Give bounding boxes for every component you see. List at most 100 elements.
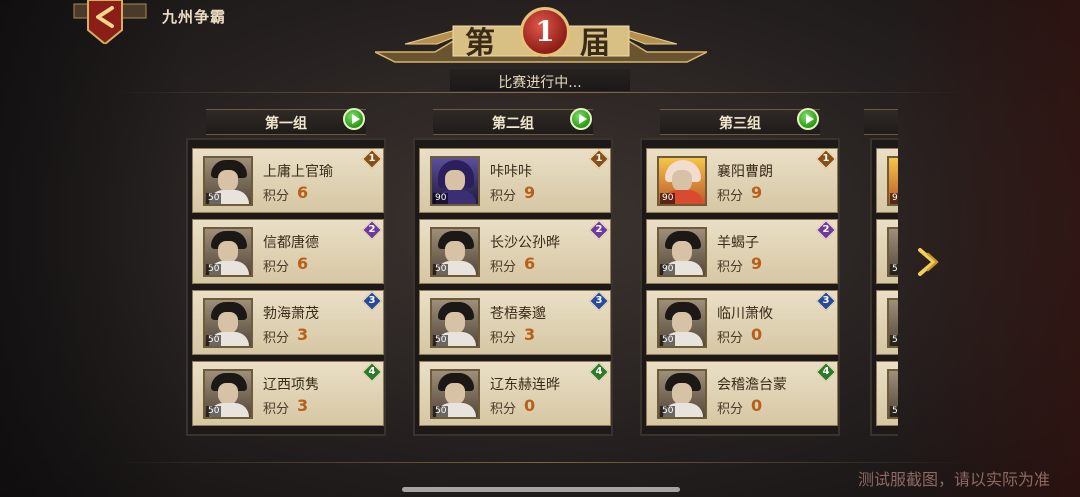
player-name: 襄阳曹朗	[717, 164, 773, 180]
group-panel: 90 襄阳曹朗 积分 9 1 90 羊蝎子 积分 9 2 50 临川萧攸 积分 …	[640, 138, 840, 436]
next-page-button[interactable]	[914, 246, 944, 278]
player-name: 上庸上官瑜	[263, 164, 333, 180]
score-label: 积分	[717, 260, 744, 275]
group-title: 第二组	[492, 116, 534, 132]
player-name: 临川萧攸	[717, 306, 773, 322]
play-button[interactable]	[570, 108, 592, 130]
player-card[interactable]: 50 临川萧攸 积分 0 3	[646, 290, 838, 355]
group-title: 第一组	[265, 116, 307, 132]
score-label: 积分	[717, 189, 744, 204]
rank-badge: 2	[589, 220, 609, 240]
avatar: 90	[657, 156, 707, 206]
score-value: 6	[297, 254, 309, 273]
home-indicator[interactable]	[402, 487, 680, 492]
group-panel: 90 50 50 50	[870, 138, 898, 436]
score-value: 3	[297, 396, 309, 415]
score-label: 积分	[263, 189, 290, 204]
score-value: 6	[297, 183, 309, 202]
player-card[interactable]: 50	[876, 290, 898, 355]
player-level: 50	[206, 335, 222, 346]
rank-badge: 4	[362, 362, 382, 382]
avatar: 50	[887, 369, 898, 419]
avatar: 50	[203, 369, 253, 419]
player-card[interactable]: 90 咔咔咔 积分 9 1	[419, 148, 611, 213]
play-button[interactable]	[797, 108, 819, 130]
avatar: 50	[430, 369, 480, 419]
player-card[interactable]: 50 会稽澹台蒙 积分 0 4	[646, 361, 838, 426]
player-level: 90	[660, 264, 676, 275]
rank-badge: 2	[816, 220, 836, 240]
round-suffix: 届	[580, 26, 610, 61]
group-title: 第三组	[719, 116, 761, 132]
player-name: 辽西项隽	[263, 377, 319, 393]
player-level: 90	[433, 193, 449, 204]
player-name: 信都唐德	[263, 235, 319, 251]
avatar: 50	[657, 369, 707, 419]
rank-badge: 1	[816, 149, 836, 169]
group-header: 第一组	[180, 106, 392, 136]
player-card[interactable]: 50 辽东赫连晔 积分 0 4	[419, 361, 611, 426]
rank-badge: 3	[589, 291, 609, 311]
play-button[interactable]	[343, 108, 365, 130]
player-name: 长沙公孙晔	[490, 235, 560, 251]
player-card[interactable]: 90 羊蝎子 积分 9 2	[646, 219, 838, 284]
rank-badge: 1	[362, 149, 382, 169]
player-card[interactable]: 50 信都唐德 积分 6 2	[192, 219, 384, 284]
rank-badge: 4	[589, 362, 609, 382]
group-header: 第二组	[407, 106, 619, 136]
round-prefix: 第	[465, 26, 495, 61]
avatar: 50	[203, 227, 253, 277]
player-level: 50	[660, 335, 676, 346]
back-arrow-icon	[73, 0, 147, 46]
player-level: 90	[660, 193, 676, 204]
player-level: 50	[660, 406, 676, 417]
rank-badge: 3	[816, 291, 836, 311]
avatar: 50	[887, 227, 898, 277]
avatar: 50	[430, 298, 480, 348]
score-label: 积分	[490, 189, 517, 204]
player-name: 勃海萧茂	[263, 306, 319, 322]
background-left-shade	[0, 0, 190, 497]
player-card[interactable]: 50 勃海萧茂 积分 3 3	[192, 290, 384, 355]
group-panel: 90 咔咔咔 积分 9 1 50 长沙公孙晔 积分 6 2 50 苍梧秦邈 积分…	[413, 138, 613, 436]
round-number-badge: 1	[520, 7, 570, 57]
disclaimer-watermark: 测试服截图，请以实际为准	[857, 470, 1050, 489]
player-level: 50	[433, 335, 449, 346]
avatar: 90	[887, 156, 898, 206]
player-name: 苍梧秦邈	[490, 306, 546, 322]
score-value: 9	[751, 183, 763, 202]
player-card[interactable]: 50 苍梧秦邈 积分 3 3	[419, 290, 611, 355]
player-name: 咔咔咔	[490, 164, 532, 180]
player-card[interactable]: 50	[876, 219, 898, 284]
player-name: 辽东赫连晔	[490, 377, 560, 393]
player-card[interactable]: 50 上庸上官瑜 积分 6 1	[192, 148, 384, 213]
player-level: 50	[206, 406, 222, 417]
group-2: 第二组 90 咔咔咔 积分 9 1 50 长沙公孙晔 积分 6 2 50 苍梧秦…	[407, 106, 619, 436]
score-value: 0	[751, 396, 763, 415]
divider	[110, 462, 970, 463]
group-4-partial: 90 50 50 50	[864, 106, 898, 436]
score-label: 积分	[490, 331, 517, 346]
player-card[interactable]: 90 襄阳曹朗 积分 9 1	[646, 148, 838, 213]
player-level: 50	[206, 264, 222, 275]
player-card[interactable]: 50 长沙公孙晔 积分 6 2	[419, 219, 611, 284]
player-name: 会稽澹台蒙	[717, 377, 787, 393]
score-label: 积分	[717, 402, 744, 417]
group-3: 第三组 90 襄阳曹朗 积分 9 1 90 羊蝎子 积分 9 2 50 临川萧攸…	[634, 106, 846, 436]
score-value: 9	[524, 183, 536, 202]
player-card[interactable]: 90	[876, 148, 898, 213]
chevron-right-icon	[918, 248, 939, 276]
score-value: 3	[297, 325, 309, 344]
player-name: 羊蝎子	[717, 235, 759, 251]
score-label: 积分	[717, 331, 744, 346]
player-card[interactable]: 50	[876, 361, 898, 426]
avatar: 50	[203, 298, 253, 348]
score-label: 积分	[490, 260, 517, 275]
back-button[interactable]	[70, 0, 150, 46]
score-value: 0	[751, 325, 763, 344]
rank-badge: 2	[362, 220, 382, 240]
score-value: 9	[751, 254, 763, 273]
match-status: 比赛进行中...	[498, 75, 582, 91]
score-value: 0	[524, 396, 536, 415]
player-card[interactable]: 50 辽西项隽 积分 3 4	[192, 361, 384, 426]
